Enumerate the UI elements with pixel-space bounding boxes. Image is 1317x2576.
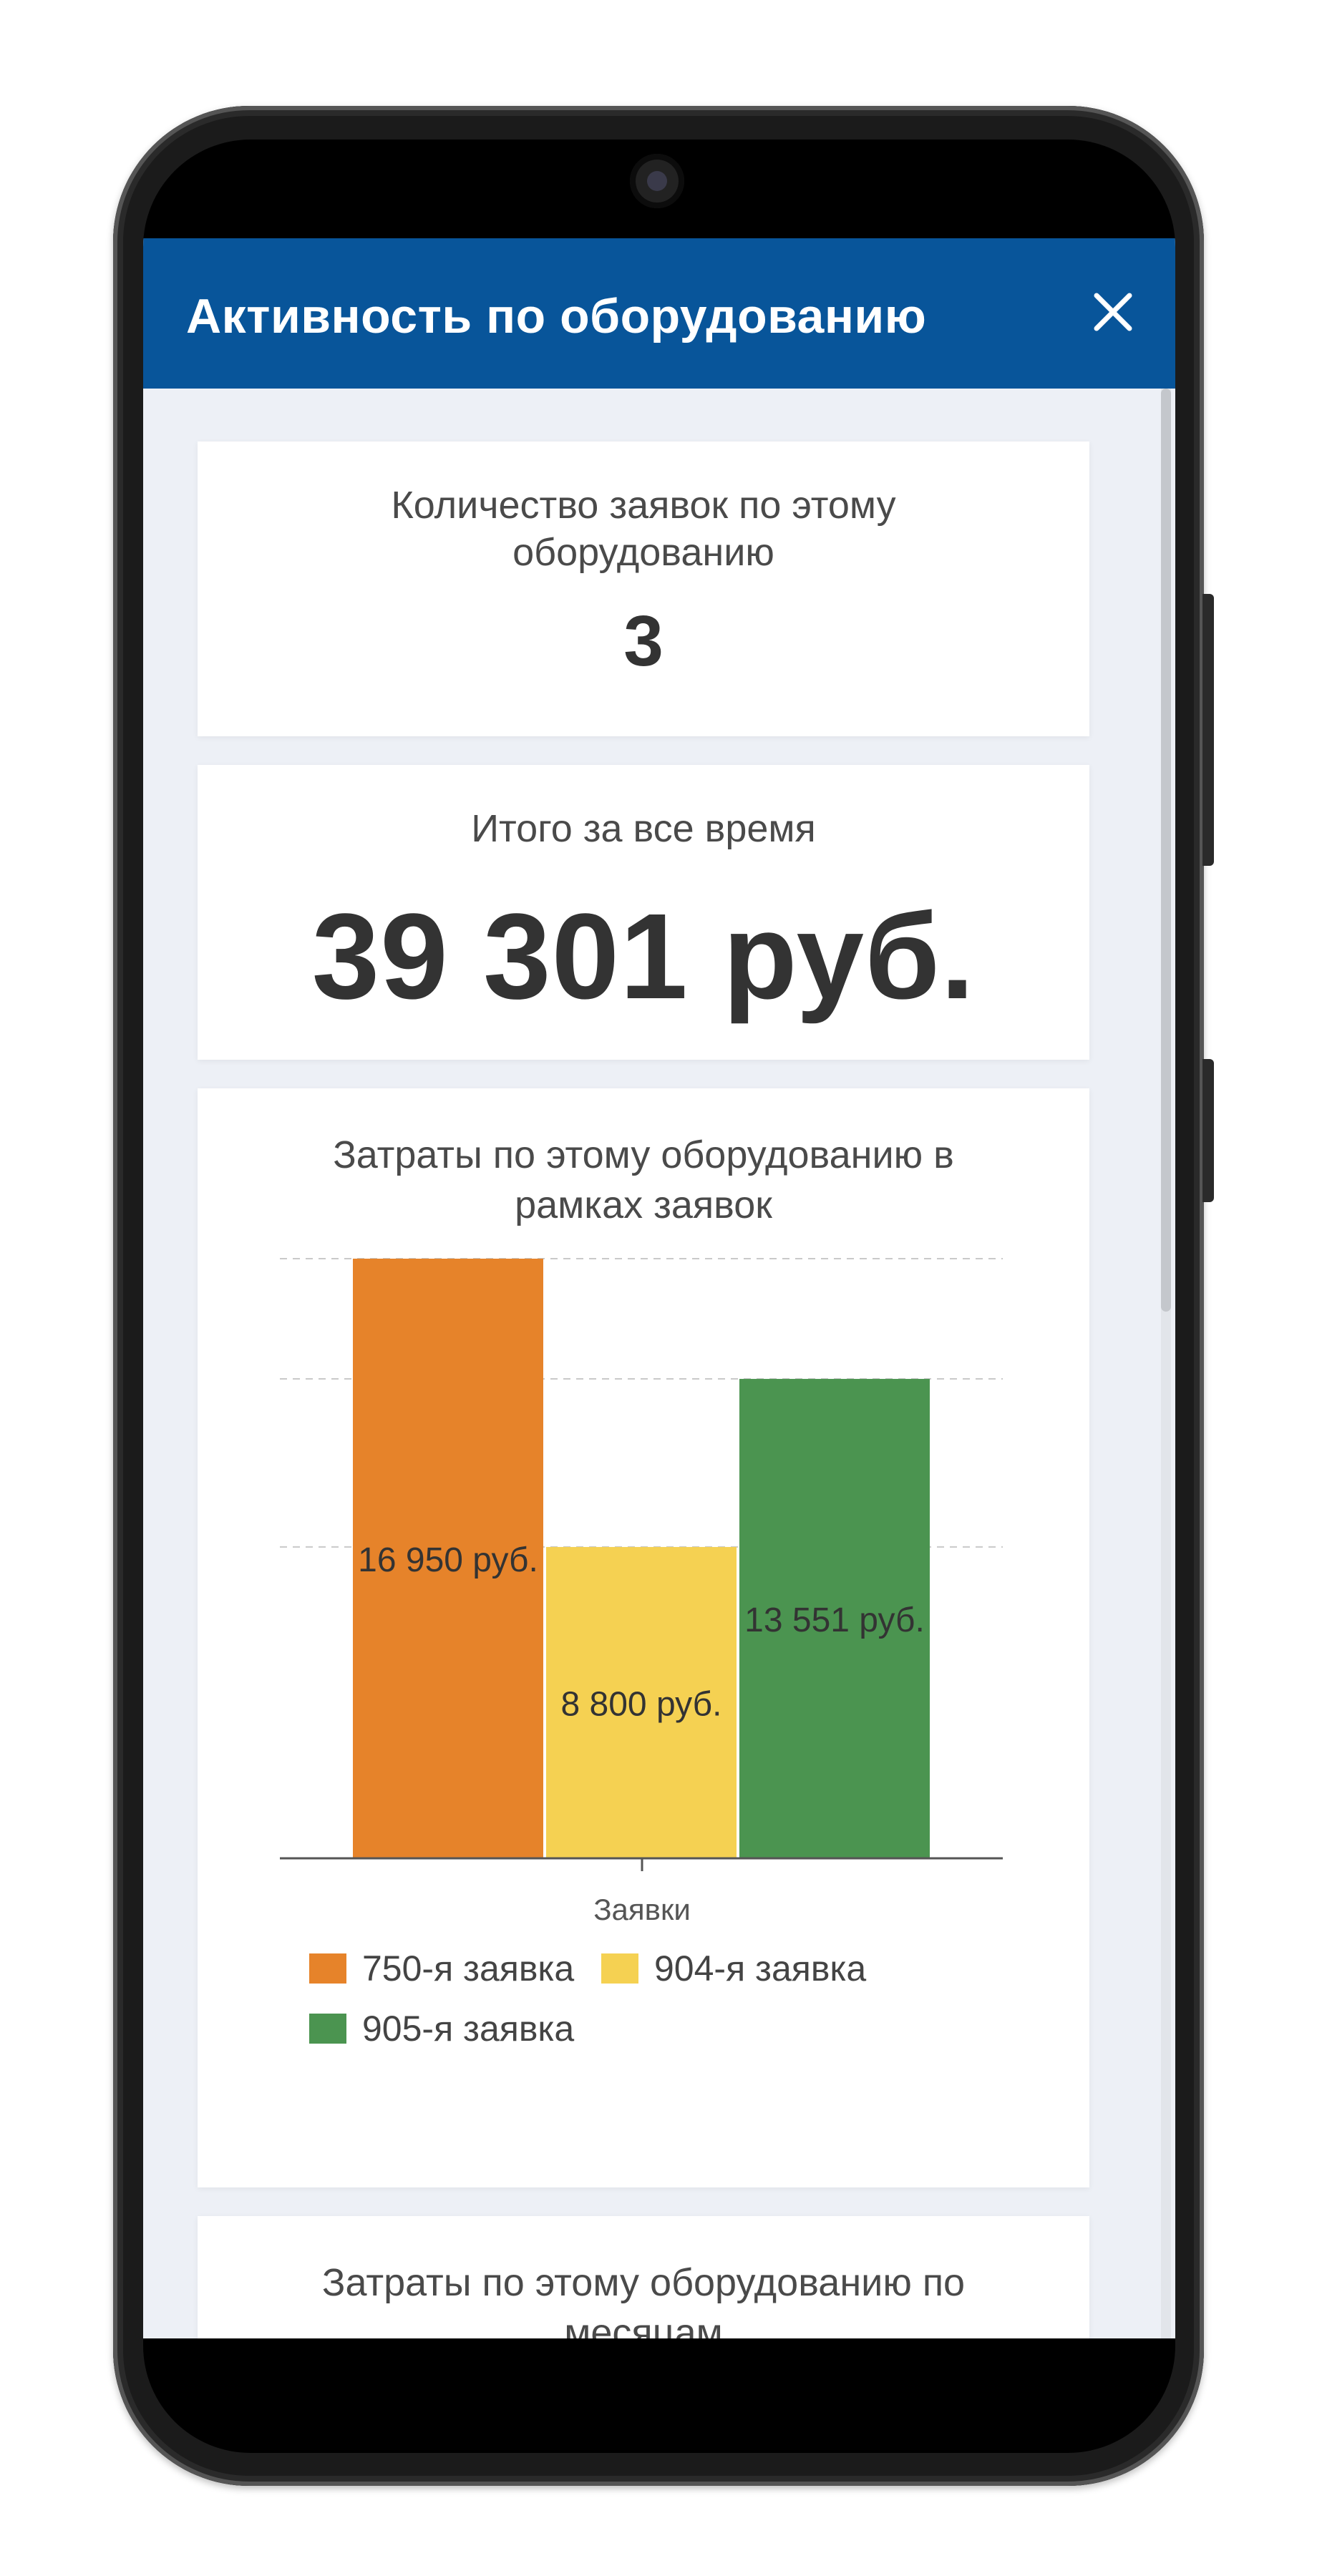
legend-item[interactable]: 905-я заявка — [309, 2007, 574, 2050]
legend-swatch — [601, 1953, 638, 1984]
scrollbar-thumb[interactable] — [1161, 389, 1171, 1312]
legend-label: 904-я заявка — [654, 1948, 867, 1989]
close-button[interactable] — [1081, 280, 1145, 344]
scrollbar[interactable] — [1161, 389, 1171, 2338]
legend-swatch — [309, 2014, 346, 2044]
requests-count-value: 3 — [623, 601, 664, 681]
phone-side-button — [1202, 1059, 1214, 1202]
monthly-chart-title: Затраты по этому оборудованию по месяцам — [321, 2261, 966, 2338]
requests-count-label: Количество заявок по этому оборудованию — [391, 484, 896, 574]
front-camera — [630, 154, 684, 208]
costs-by-month-card: Затраты по этому оборудованию по месяцам — [198, 2216, 1089, 2338]
data-label: 16 950 руб. — [358, 1541, 538, 1579]
app-screen: Активность по оборудованию Количество за… — [143, 238, 1175, 2338]
data-label: 8 800 руб. — [561, 1685, 722, 1723]
phone-side-button — [1202, 594, 1214, 866]
total-value: 39 301 руб. — [311, 889, 976, 1025]
requests-count-card: Количество заявок по этому оборудованию … — [198, 441, 1089, 736]
legend-item[interactable]: 904-я заявка — [601, 1947, 866, 1990]
phone-bezel: Активность по оборудованию Количество за… — [143, 140, 1175, 2453]
app-bar: Активность по оборудованию — [143, 238, 1175, 389]
data-label: 13 551 руб. — [744, 1601, 925, 1639]
total-label: Итого за все время — [471, 807, 816, 850]
legend-label: 905-я заявка — [362, 2009, 575, 2049]
costs-by-request-card: Затраты по этому оборудованию в рамках з… — [198, 1088, 1089, 2187]
legend-swatch — [309, 1953, 346, 1984]
close-icon — [1094, 293, 1132, 331]
page-title: Активность по оборудованию — [186, 289, 927, 343]
x-axis-label: Заявки — [593, 1893, 691, 1926]
legend-item[interactable]: 750-я заявка — [309, 1947, 574, 1990]
total-card: Итого за все время 39 301 руб. — [198, 765, 1089, 1060]
legend-label: 750-я заявка — [362, 1948, 575, 1989]
